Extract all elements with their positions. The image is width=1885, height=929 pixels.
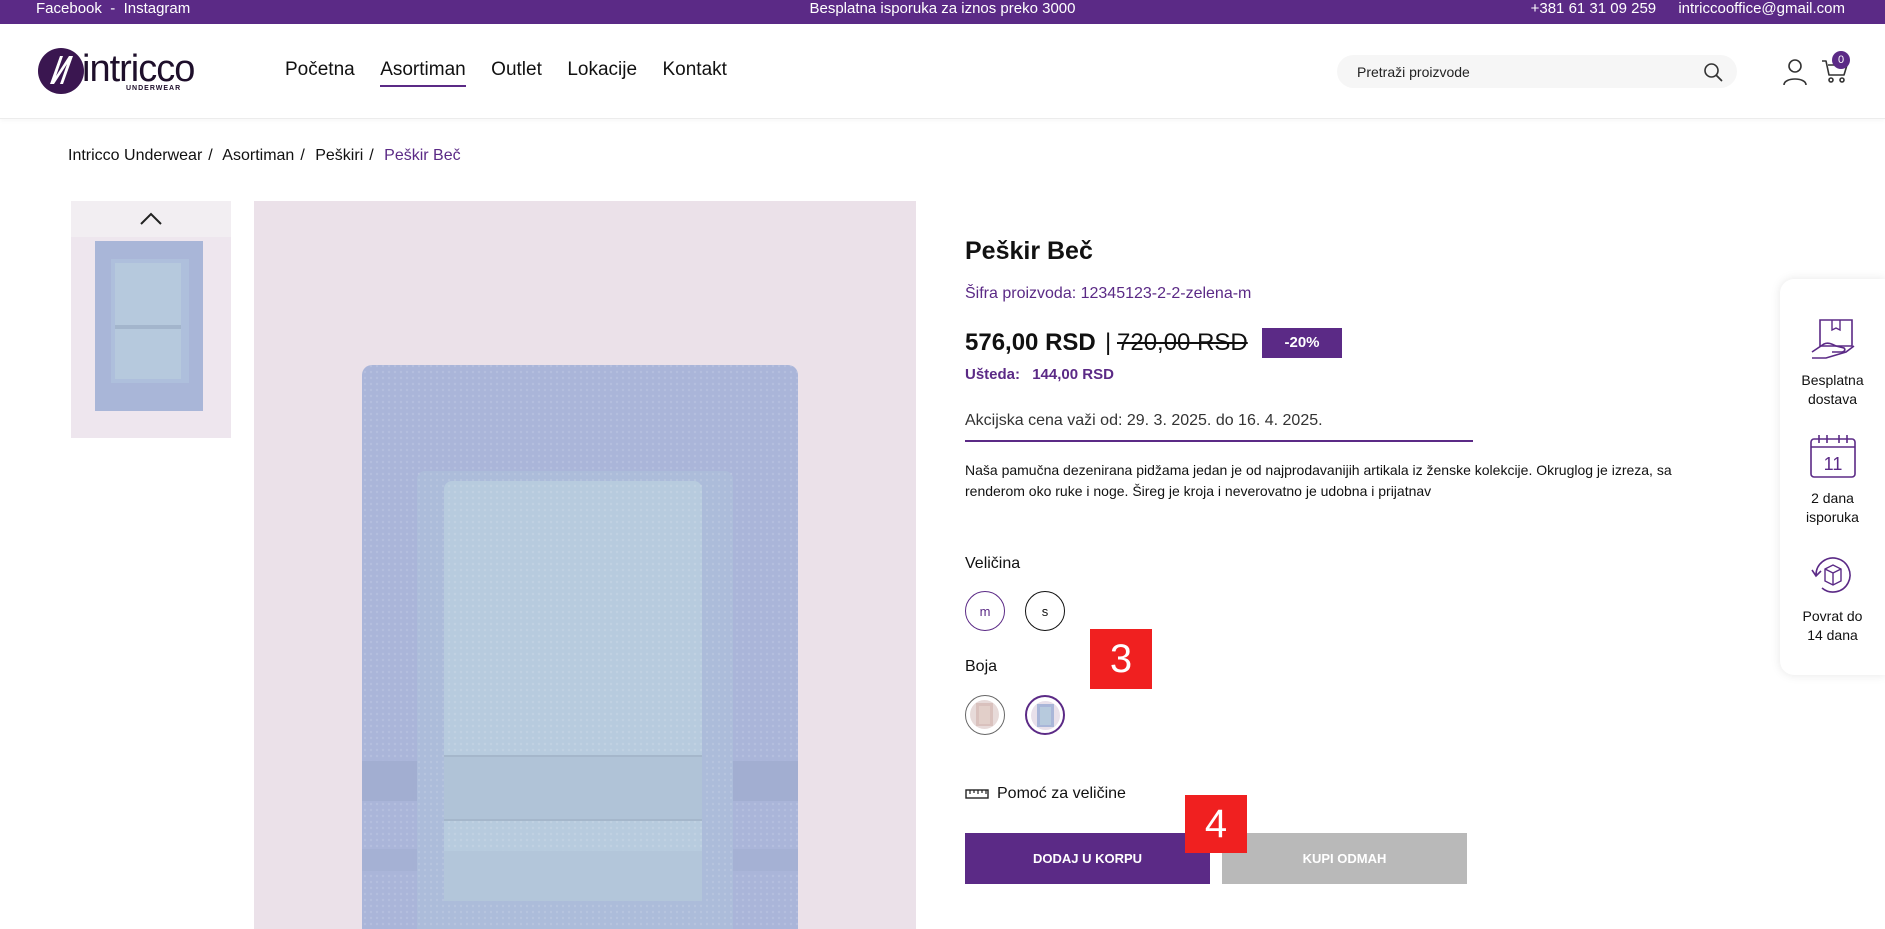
product-description: Naša pamučna dezenirana pidžama jedan je…: [965, 462, 1672, 499]
search-box: [1337, 55, 1737, 88]
calendar-icon: 11: [1809, 435, 1856, 478]
towel-image: [254, 201, 916, 929]
old-price: 720,00 RSD: [1117, 329, 1248, 356]
logo-subtitle: UNDERWEAR: [126, 85, 182, 92]
discount-badge: -20%: [1262, 328, 1342, 358]
size-option-s[interactable]: s: [1025, 591, 1065, 631]
breadcrumb-current: Peškir Beč: [384, 147, 461, 164]
feature-returns: Povrat do 14 dana: [1780, 552, 1885, 645]
email-link[interactable]: intriccooffice@gmail.com: [1678, 0, 1845, 17]
product-main-image[interactable]: [254, 201, 916, 929]
size-option-m[interactable]: m: [965, 591, 1005, 631]
delivery-box-icon: [1811, 319, 1854, 359]
buy-now-button[interactable]: KUPI ODMAH: [1222, 833, 1467, 884]
calendar-day: 11: [1823, 454, 1842, 474]
feature-free-delivery-line2: dostava: [1807, 391, 1858, 407]
nav-contact[interactable]: Kontakt: [663, 59, 727, 85]
size-label: Veličina: [965, 555, 1021, 572]
product-title: Peškir Beč: [965, 237, 1093, 265]
features-side-panel: Besplatna dostava 11 2 dana isporuka Pov…: [1780, 279, 1885, 675]
cart-count-badge: 0: [1832, 51, 1850, 69]
annotation-marker-3: 3: [1090, 629, 1152, 689]
breadcrumb-item-assortment[interactable]: Asortiman: [222, 147, 294, 164]
nav-home[interactable]: Početna: [285, 59, 355, 85]
savings-value: 144,00 RSD: [1032, 366, 1114, 383]
savings: Ušteda: 144,00 RSD: [965, 366, 1114, 383]
promo-validity: Akcijska cena važi od: 29. 3. 2025. do 1…: [965, 412, 1473, 442]
search-icon[interactable]: [1703, 62, 1723, 82]
size-help-link[interactable]: Pomoć za veličine: [965, 785, 1126, 803]
logo[interactable]: intricco UNDERWEAR: [36, 46, 216, 96]
feature-returns-line1: Povrat do: [1802, 608, 1863, 624]
color-label: Boja: [965, 658, 998, 675]
beige-towel-swatch: [970, 700, 999, 729]
color-swatch-beige[interactable]: [965, 695, 1005, 735]
current-price: 576,00 RSD: [965, 329, 1096, 356]
nav-locations[interactable]: Lokacije: [567, 59, 637, 85]
site-header: intricco UNDERWEAR Početna Asortiman Out…: [0, 24, 1885, 119]
chevron-up-icon: [140, 212, 162, 225]
nav-assortment[interactable]: Asortiman: [380, 59, 466, 87]
annotation-marker-4: 4: [1185, 795, 1247, 853]
logo-mark-icon: [38, 48, 84, 94]
contact-info: +381 61 31 09 259 intriccooffice@gmail.c…: [1513, 0, 1845, 17]
feature-free-delivery-line1: Besplatna: [1801, 372, 1864, 388]
search-input[interactable]: [1357, 55, 1687, 88]
add-to-cart-button[interactable]: DODAJ U KORPU: [965, 833, 1210, 884]
feature-delivery-time-line2: isporuka: [1806, 509, 1859, 525]
top-bar: Facebook - Instagram Besplatna isporuka …: [0, 0, 1885, 24]
feature-delivery-time: 11 2 dana isporuka: [1780, 434, 1885, 527]
nav-outlet[interactable]: Outlet: [491, 59, 542, 85]
color-swatch-blue[interactable]: [1025, 695, 1065, 735]
phone-link[interactable]: +381 61 31 09 259: [1531, 0, 1657, 17]
product-sku: Šifra proizvoda: 12345123-2-2-zelena-m: [965, 285, 1252, 302]
product-thumbnail[interactable]: [71, 237, 231, 438]
price-separator: |: [1105, 329, 1112, 356]
blue-towel-swatch: [1031, 701, 1060, 730]
thumbnail-scroll-up-button[interactable]: [71, 201, 231, 237]
feature-free-delivery: Besplatna dostava: [1780, 316, 1885, 409]
main-nav: Početna Asortiman Outlet Lokacije Kontak…: [285, 59, 748, 87]
breadcrumb-item-towels[interactable]: Peškiri: [315, 147, 363, 164]
feature-returns-line2: 14 dana: [1807, 627, 1858, 643]
thumbnail-gallery: [71, 201, 231, 438]
size-help-label: Pomoć za veličine: [997, 785, 1126, 802]
savings-label: Ušteda:: [965, 366, 1021, 383]
ruler-icon: [965, 789, 989, 799]
breadcrumb-item-home[interactable]: Intricco Underwear: [68, 147, 202, 164]
feature-delivery-time-line1: 2 dana: [1811, 490, 1854, 506]
breadcrumb: Intricco Underwear / Asortiman / Peškiri / …: [68, 147, 461, 164]
user-icon[interactable]: [1782, 58, 1808, 86]
return-box-icon: [1810, 557, 1851, 593]
